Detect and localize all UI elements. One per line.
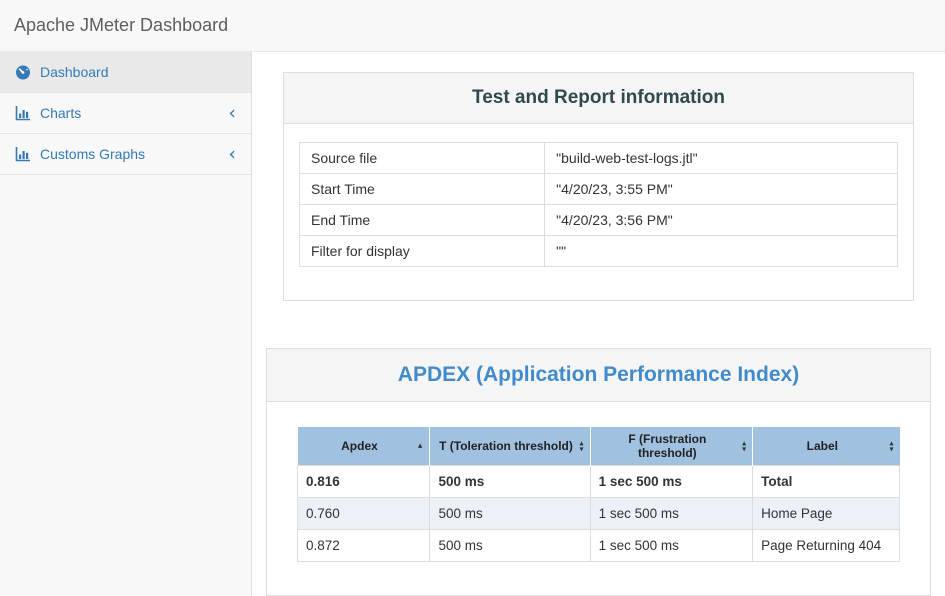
row-label: Filter for display (300, 236, 545, 267)
column-header-apdex[interactable]: Apdex ▴ (298, 427, 430, 466)
page-layout: Dashboard Charts ‹ (0, 52, 945, 596)
label-cell: Total (753, 466, 900, 498)
toleration-cell: 500 ms (430, 466, 590, 498)
sidebar: Dashboard Charts ‹ (0, 52, 252, 596)
info-table: Source file "build-web-test-logs.jtl" St… (299, 142, 898, 267)
row-label: End Time (300, 205, 545, 236)
frustration-cell: 1 sec 500 ms (590, 466, 753, 498)
table-row: End Time "4/20/23, 3:56 PM" (300, 205, 898, 236)
table-row: Filter for display "" (300, 236, 898, 267)
table-row: Source file "build-web-test-logs.jtl" (300, 143, 898, 174)
toleration-cell: 500 ms (430, 530, 590, 562)
label-cell: Page Returning 404 (753, 530, 900, 562)
app-title: Apache JMeter Dashboard (14, 15, 228, 36)
table-row: 0.760 500 ms 1 sec 500 ms Home Page (298, 498, 900, 530)
bar-chart-icon (15, 146, 31, 162)
sort-down-arrow: ▾ (889, 446, 893, 452)
frustration-cell: 1 sec 500 ms (590, 530, 753, 562)
apdex-panel: APDEX (Application Performance Index) Ap… (266, 348, 931, 596)
row-label: Source file (300, 143, 545, 174)
row-value: "4/20/23, 3:55 PM" (545, 174, 898, 205)
row-value: "" (545, 236, 898, 267)
column-header-toleration-threshold[interactable]: T (Toleration threshold) ▴ ▾ (430, 427, 590, 466)
sidebar-item-customs-graphs[interactable]: Customs Graphs ‹ (0, 134, 251, 175)
info-panel-body: Source file "build-web-test-logs.jtl" St… (284, 124, 913, 300)
info-panel-heading: Test and Report information (284, 73, 913, 124)
column-header-label: Apdex (341, 439, 378, 453)
dashboard-icon (15, 64, 31, 80)
sort-ascending-icon[interactable]: ▴ (418, 441, 423, 451)
sidebar-item-charts[interactable]: Charts ‹ (0, 93, 251, 134)
sort-both-icon[interactable]: ▴ ▾ (580, 441, 584, 452)
apdex-panel-body: Apdex ▴ T (Toleration threshold) ▴ ▾ (267, 402, 930, 595)
info-panel-title: Test and Report information (472, 87, 725, 108)
apdex-value-cell: 0.816 (298, 466, 430, 498)
column-header-label-col[interactable]: Label ▴ ▾ (753, 427, 900, 466)
sort-down-arrow: ▾ (580, 446, 584, 452)
label-cell: Home Page (753, 498, 900, 530)
sort-both-icon[interactable]: ▴ ▾ (742, 441, 746, 452)
column-header-label: Label (807, 439, 838, 453)
chevron-left-icon[interactable]: ‹ (228, 145, 236, 164)
sidebar-item-label: Charts (40, 105, 81, 121)
table-row: 0.872 500 ms 1 sec 500 ms Page Returning… (298, 530, 900, 562)
row-label: Start Time (300, 174, 545, 205)
frustration-cell: 1 sec 500 ms (590, 498, 753, 530)
apdex-panel-heading: APDEX (Application Performance Index) (267, 349, 930, 402)
sidebar-item-dashboard[interactable]: Dashboard (0, 52, 251, 93)
apdex-header-row: Apdex ▴ T (Toleration threshold) ▴ ▾ (298, 427, 900, 466)
apdex-table: Apdex ▴ T (Toleration threshold) ▴ ▾ (297, 427, 900, 562)
apdex-panel-title: APDEX (Application Performance Index) (398, 363, 799, 386)
column-header-frustration-threshold[interactable]: F (Frustration threshold) ▴ ▾ (590, 427, 753, 466)
sort-both-icon[interactable]: ▴ ▾ (889, 441, 893, 452)
apdex-value-cell: 0.872 (298, 530, 430, 562)
bar-chart-icon (15, 105, 31, 121)
sort-down-arrow: ▾ (742, 446, 746, 452)
sidebar-item-label: Dashboard (40, 64, 109, 80)
column-header-label: F (Frustration threshold) (628, 432, 706, 460)
column-header-label: T (Toleration threshold) (439, 439, 573, 453)
table-row-total: 0.816 500 ms 1 sec 500 ms Total (298, 466, 900, 498)
info-panel: Test and Report information Source file … (283, 72, 914, 301)
main-content: Test and Report information Source file … (252, 52, 945, 596)
chevron-left-icon[interactable]: ‹ (228, 104, 236, 123)
toleration-cell: 500 ms (430, 498, 590, 530)
sidebar-item-label: Customs Graphs (40, 146, 145, 162)
app-header: Apache JMeter Dashboard (0, 0, 945, 52)
apdex-value-cell: 0.760 (298, 498, 430, 530)
row-value: "4/20/23, 3:56 PM" (545, 205, 898, 236)
table-row: Start Time "4/20/23, 3:55 PM" (300, 174, 898, 205)
row-value: "build-web-test-logs.jtl" (545, 143, 898, 174)
